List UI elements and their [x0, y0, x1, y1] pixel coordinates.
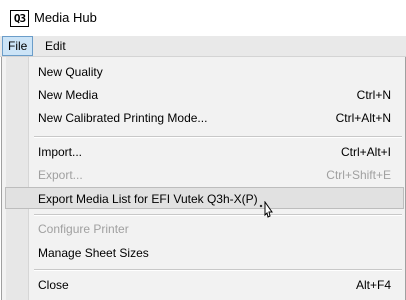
- menu-item-new-media[interactable]: New Media Ctrl+N: [2, 84, 405, 106]
- menu-item-label: Close: [38, 278, 69, 292]
- file-menu-dropdown: New Quality New Media Ctrl+N New Calibra…: [1, 57, 406, 300]
- menu-item-label: New Media: [38, 88, 99, 102]
- menu-separator: [34, 269, 402, 271]
- menu-edit[interactable]: Edit: [40, 37, 71, 55]
- menu-file[interactable]: File: [2, 36, 34, 56]
- menu-item-manage-sheet-sizes[interactable]: Manage Sheet Sizes: [2, 242, 405, 264]
- menu-separator: [34, 214, 402, 216]
- window-title: Media Hub: [34, 10, 97, 25]
- title-bar: Q3 Media Hub: [0, 0, 406, 36]
- menu-item-label: Import...: [38, 145, 83, 159]
- menu-item-new-calibrated-printing-mode[interactable]: New Calibrated Printing Mode... Ctrl+Alt…: [2, 107, 405, 129]
- menu-item-shortcut: Ctrl+Shift+E: [326, 168, 391, 182]
- menu-item-export-media-list[interactable]: Export Media List for EFI Vutek Q3h-X(P): [5, 187, 404, 209]
- menu-item-shortcut: Ctrl+N: [356, 88, 391, 102]
- menu-item-label: Export Media List for EFI Vutek Q3h-X(P): [38, 192, 258, 206]
- menu-item-label: Configure Printer: [38, 222, 129, 236]
- menu-item-label: New Calibrated Printing Mode...: [38, 111, 208, 125]
- menu-item-shortcut: Alt+F4: [355, 278, 391, 292]
- pointer-cursor-icon: [259, 201, 273, 218]
- menu-item-label: Export...: [38, 168, 83, 182]
- menu-item-export: Export... Ctrl+Shift+E: [2, 164, 405, 186]
- menu-bar: File Edit: [0, 36, 406, 57]
- menu-item-shortcut: Ctrl+Alt+I: [340, 145, 391, 159]
- menu-separator: [34, 136, 402, 138]
- menu-item-configure-printer: Configure Printer: [2, 218, 405, 240]
- menu-item-new-quality[interactable]: New Quality: [2, 61, 405, 83]
- menu-item-import[interactable]: Import... Ctrl+Alt+I: [2, 141, 405, 163]
- menu-item-label: Manage Sheet Sizes: [38, 246, 149, 260]
- menu-item-close[interactable]: Close Alt+F4: [2, 274, 405, 296]
- app-logo-icon: Q3: [10, 10, 29, 27]
- menu-item-shortcut: Ctrl+Alt+N: [335, 111, 391, 125]
- menu-item-label: New Quality: [38, 65, 103, 79]
